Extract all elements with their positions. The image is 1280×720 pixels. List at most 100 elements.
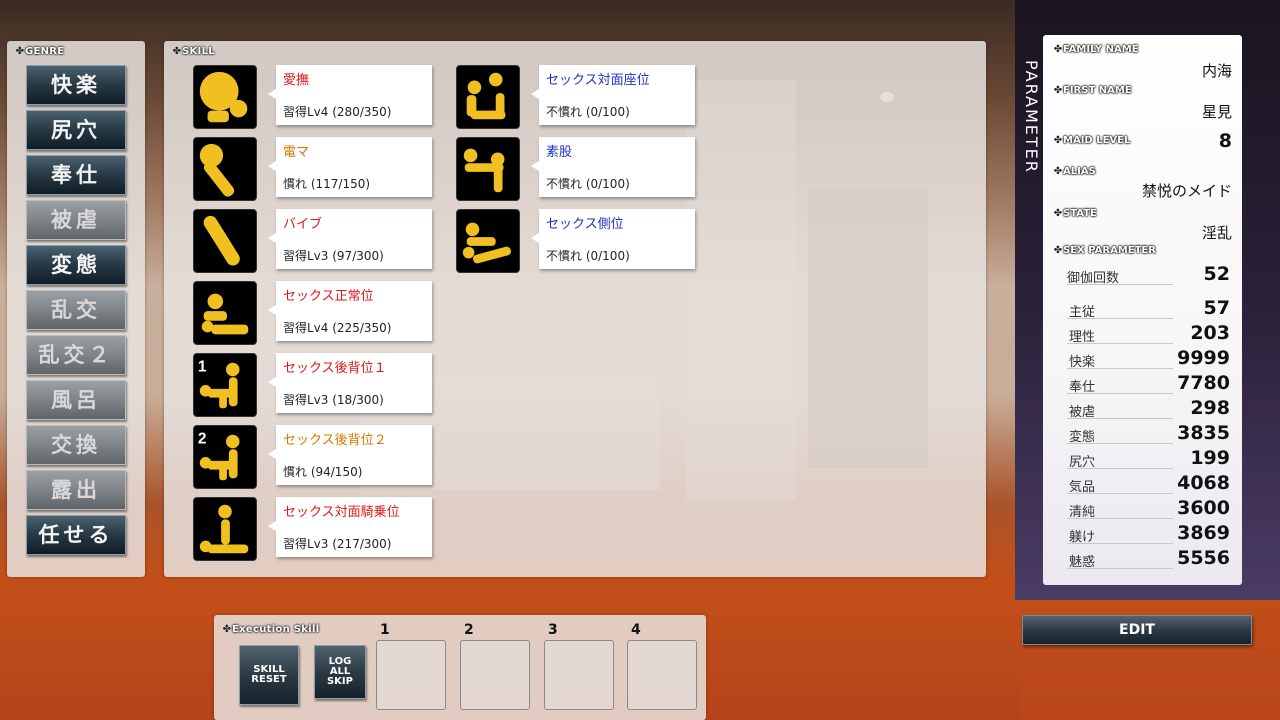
stat-value: 9999	[1177, 347, 1230, 369]
stat-value: 199	[1190, 447, 1230, 469]
skill-name: セックス正常位	[283, 289, 374, 304]
skill-name: セックス対面騎乗位	[283, 505, 400, 520]
genre-button[interactable]: 露出	[26, 470, 126, 510]
skill-level: 習得Lv4 (225/350)	[283, 321, 392, 335]
skill-name: セックス対面座位	[546, 73, 650, 88]
stat-value: 3600	[1177, 497, 1230, 519]
execution-slot[interactable]	[460, 640, 530, 710]
genre-button[interactable]: 乱交	[26, 290, 126, 330]
execution-skill-title: ✤Execution Skill	[222, 624, 320, 635]
stat-divider	[1067, 443, 1173, 444]
stat-divider	[1067, 368, 1173, 369]
stat-value: 3835	[1177, 422, 1230, 444]
alias-label: ✤ALIAS	[1053, 166, 1096, 177]
skill-level: 不慣れ (0/100)	[546, 177, 630, 191]
skill-reset-button[interactable]: SKILL RESET	[239, 645, 299, 705]
execution-slot[interactable]	[627, 640, 697, 710]
genre-title: ✤GENRE	[15, 46, 65, 57]
skill-name: バイブ	[283, 217, 323, 232]
execution-skill-panel: ✤Execution Skill SKILL RESET LOG ALL SKI…	[214, 615, 706, 720]
state-label: ✤STATE	[1053, 208, 1097, 219]
skill-level: 習得Lv3 (97/300)	[283, 249, 384, 263]
pose-side-icon[interactable]	[456, 209, 520, 273]
stat-value: 298	[1190, 397, 1230, 419]
genre-button[interactable]: 乱交２	[26, 335, 126, 375]
parameter-vertical-title: PARAMETER	[1022, 60, 1041, 174]
sex-parameter-label: ✤SEX PARAMETER	[1053, 245, 1156, 256]
skill-card[interactable]: 電マ慣れ (117/150)	[268, 137, 432, 197]
massager-icon[interactable]	[193, 137, 257, 201]
log-all-skip-button[interactable]: LOG ALL SKIP	[314, 645, 366, 699]
first-name-value: 星見	[1201, 103, 1232, 121]
skill-title: ✤SKILL	[172, 46, 215, 57]
genre-button[interactable]: 快楽	[26, 65, 126, 105]
stat-divider	[1067, 393, 1173, 394]
family-name-label: ✤FAMILY NAME	[1053, 44, 1139, 55]
svg-text:2: 2	[198, 430, 207, 447]
skill-level: 習得Lv3 (18/300)	[283, 393, 384, 407]
stat-divider	[1067, 468, 1173, 469]
genre-button[interactable]: 任せる	[26, 515, 126, 555]
skill-card[interactable]: セックス側位 不慣れ (0/100)	[531, 209, 695, 269]
genre-button[interactable]: 風呂	[26, 380, 126, 420]
stat-divider	[1067, 493, 1173, 494]
execution-slot[interactable]	[376, 640, 446, 710]
skill-level: 不慣れ (0/100)	[546, 249, 630, 263]
skill-name: セックス後背位２	[283, 433, 387, 448]
stat-divider	[1067, 518, 1173, 519]
pose-rear-1-icon[interactable]: 1	[193, 353, 257, 417]
stat-value: 5556	[1177, 547, 1230, 569]
stat-divider	[1067, 343, 1173, 344]
genre-button[interactable]: 被虐	[26, 200, 126, 240]
skill-level: 慣れ (94/150)	[283, 465, 363, 479]
stat-divider	[1067, 418, 1173, 419]
svg-text:1: 1	[198, 358, 207, 375]
parameter-card: ✤FAMILY NAME 内海 ✤FIRST NAME 星見 ✤MAID LEV…	[1043, 35, 1242, 585]
slot-number: 1	[380, 622, 390, 638]
stat-value: 4068	[1177, 472, 1230, 494]
skill-card[interactable]: セックス対面騎乗位 習得Lv3 (217/300)	[268, 497, 432, 557]
skill-card[interactable]: バイブ習得Lv3 (97/300)	[268, 209, 432, 269]
skill-card[interactable]: セックス対面座位 不慣れ (0/100)	[531, 65, 695, 125]
skill-card[interactable]: セックス後背位１ 習得Lv3 (18/300)	[268, 353, 432, 413]
state-value: 淫乱	[1201, 224, 1232, 242]
skill-card[interactable]: 素股不慣れ (0/100)	[531, 137, 695, 197]
pose-rear-2-icon[interactable]: 2	[193, 425, 257, 489]
skill-level: 習得Lv4 (280/350)	[283, 105, 392, 119]
genre-button[interactable]: 尻穴	[26, 110, 126, 150]
skill-name: 素股	[546, 145, 573, 160]
caress-icon[interactable]	[193, 65, 257, 129]
stat-value: 52	[1203, 263, 1230, 285]
skill-name: 電マ	[283, 145, 310, 160]
stat-divider	[1067, 568, 1173, 569]
pose-seated-icon[interactable]	[456, 65, 520, 129]
genre-button[interactable]: 奉仕	[26, 155, 126, 195]
genre-button[interactable]: 変態	[26, 245, 126, 285]
clover-icon: ✤	[172, 46, 182, 57]
skill-card[interactable]: セックス正常位習得Lv4 (225/350)	[268, 281, 432, 341]
skill-card[interactable]: セックス後背位２ 慣れ (94/150)	[268, 425, 432, 485]
skill-level: 習得Lv3 (217/300)	[283, 537, 392, 551]
pose-missionary-icon[interactable]	[193, 281, 257, 345]
execution-slot[interactable]	[544, 640, 614, 710]
clover-icon: ✤	[222, 624, 232, 635]
skill-name: セックス側位	[546, 217, 624, 232]
stat-value: 3869	[1177, 522, 1230, 544]
skill-card[interactable]: 愛撫 習得Lv4 (280/350)	[268, 65, 432, 125]
maid-level-value: 8	[1218, 130, 1232, 152]
skill-level: 慣れ (117/150)	[283, 177, 371, 191]
genre-panel: ✤GENRE 快楽尻穴奉仕被虐変態乱交乱交２ 風呂交換露出任せる	[7, 41, 145, 577]
pose-thigh-icon[interactable]	[456, 137, 520, 201]
first-name-label: ✤FIRST NAME	[1053, 85, 1132, 96]
pose-cowgirl-icon[interactable]	[193, 497, 257, 561]
vibrator-icon[interactable]	[193, 209, 257, 273]
slot-number: 2	[464, 622, 474, 638]
alias-value: 禁悦のメイド	[1141, 182, 1232, 200]
clover-icon: ✤	[15, 46, 25, 57]
genre-button[interactable]: 交換	[26, 425, 126, 465]
skill-panel: ✤SKILL 愛撫 習得Lv4 (280/350) 電マ慣れ (117/150) バイ…	[164, 41, 986, 577]
slot-number: 3	[548, 622, 558, 638]
skill-name: セックス後背位１	[283, 361, 387, 376]
stat-divider	[1067, 284, 1173, 285]
edit-button[interactable]: EDIT	[1022, 615, 1252, 645]
